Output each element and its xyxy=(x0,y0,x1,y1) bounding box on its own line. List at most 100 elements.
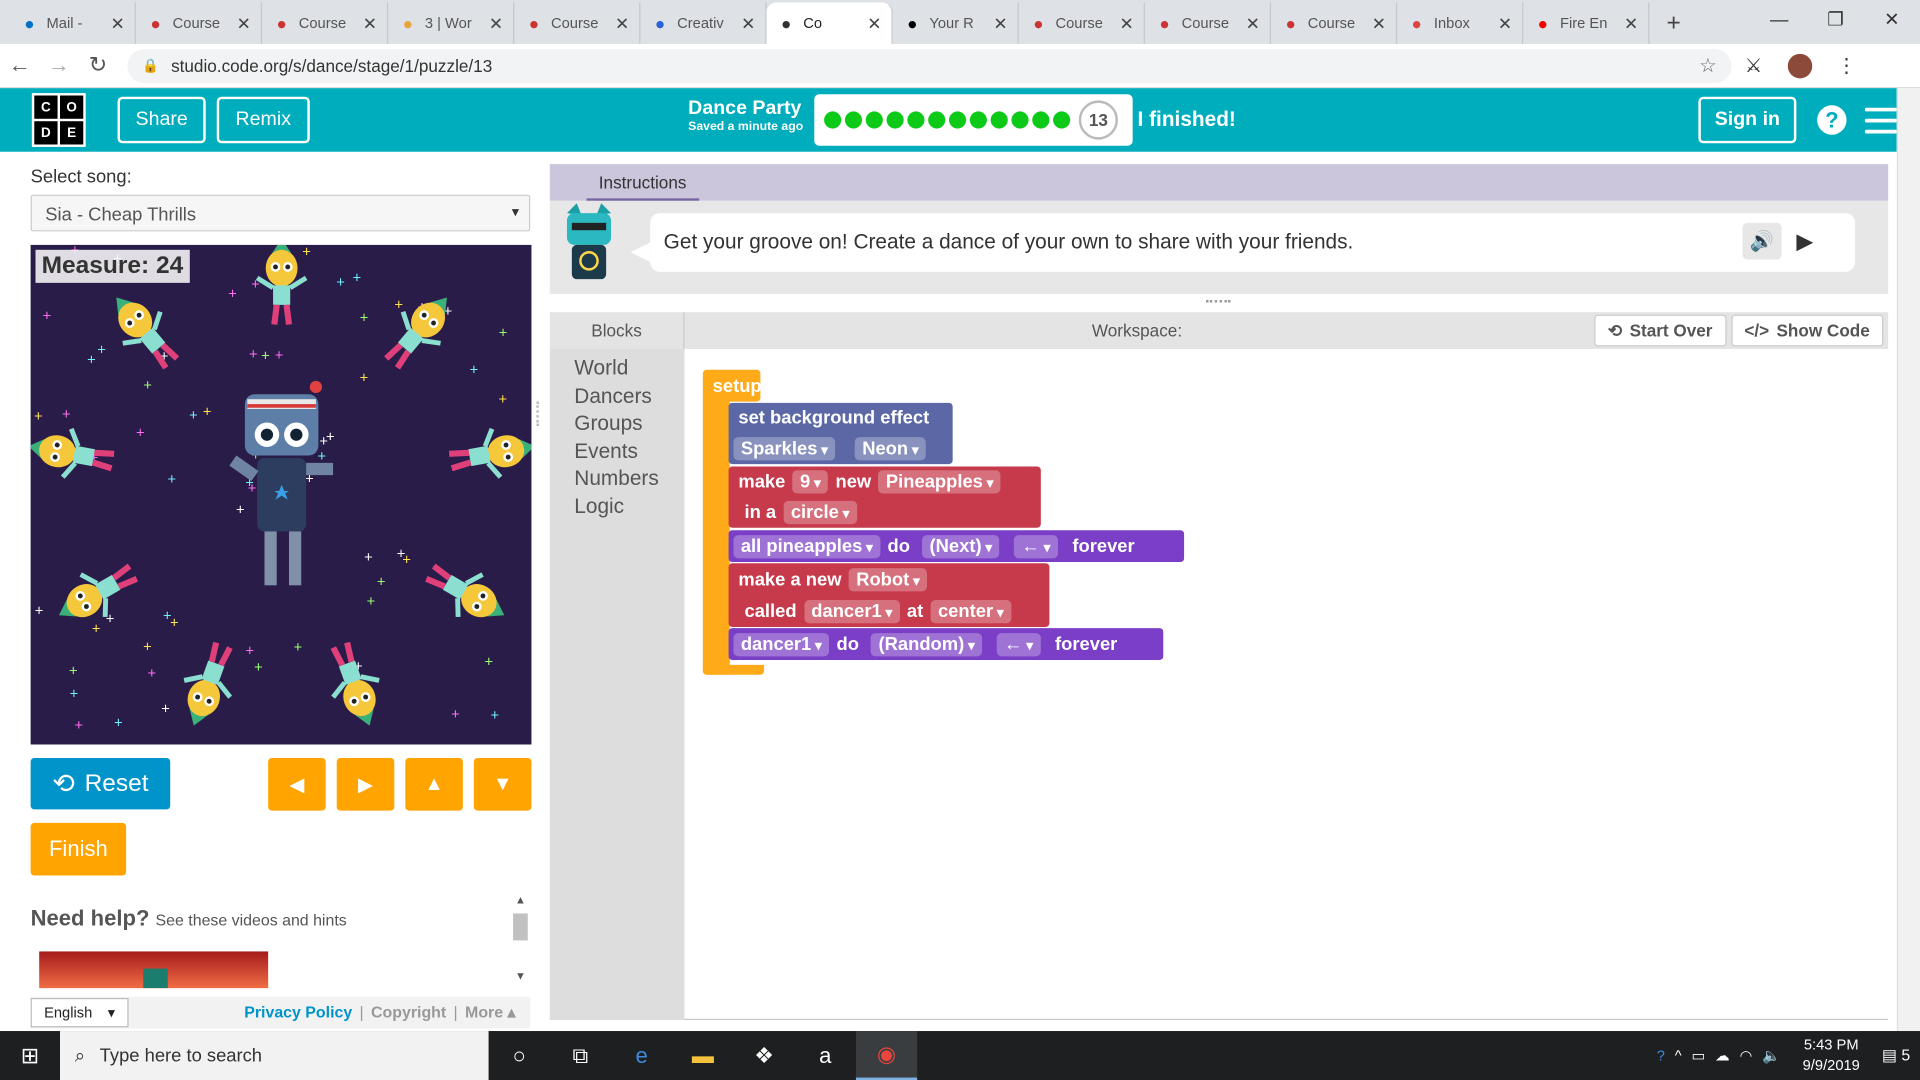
browser-tab[interactable]: ● Course ✕ xyxy=(262,2,389,45)
help-icon[interactable]: ? xyxy=(1817,105,1847,135)
play-icon[interactable]: ▶ xyxy=(1787,223,1824,260)
close-window-icon[interactable]: ✕ xyxy=(1864,0,1920,39)
privacy-policy-link[interactable]: Privacy Policy xyxy=(244,1003,352,1021)
right-arrow-button[interactable]: ▶ xyxy=(336,757,395,811)
browser-tab[interactable]: ● Creativ ✕ xyxy=(640,2,767,45)
start-over-button[interactable]: ⟲ Start Over xyxy=(1594,314,1726,347)
restore-icon[interactable]: ❐ xyxy=(1807,0,1863,39)
position-dropdown[interactable]: center xyxy=(930,599,1011,623)
close-tab-icon[interactable]: ✕ xyxy=(1246,13,1260,34)
close-tab-icon[interactable]: ✕ xyxy=(489,13,503,34)
edge-icon[interactable]: e xyxy=(611,1031,672,1080)
progress-dot[interactable] xyxy=(990,111,1008,129)
onedrive-icon[interactable]: ☁ xyxy=(1715,1047,1730,1064)
reset-button[interactable]: ⟲ Reset xyxy=(30,757,171,810)
more-link[interactable]: More ▴ xyxy=(465,1003,515,1021)
notifications-icon[interactable]: ▤ 5 xyxy=(1882,1046,1910,1066)
bg-effect-dropdown[interactable]: Sparkles xyxy=(733,436,836,460)
speaker-icon[interactable]: 🔊 xyxy=(1742,222,1782,260)
language-select[interactable]: English ▾ xyxy=(30,997,129,1028)
category-groups[interactable]: Groups xyxy=(574,411,684,434)
close-tab-icon[interactable]: ✕ xyxy=(741,13,755,34)
browser-tab[interactable]: ● Co ✕ xyxy=(766,2,893,45)
forward-icon[interactable]: → xyxy=(39,53,78,79)
minimize-icon[interactable]: — xyxy=(1751,0,1807,39)
close-tab-icon[interactable]: ✕ xyxy=(867,13,881,34)
cortana-icon[interactable]: ○ xyxy=(489,1031,550,1080)
up-arrow-button[interactable]: ▲ xyxy=(405,757,463,811)
progress-dot[interactable] xyxy=(969,111,987,129)
progress-dot[interactable] xyxy=(928,111,946,129)
dancer-name-dropdown[interactable]: dancer1 xyxy=(803,599,900,623)
category-world[interactable]: World xyxy=(574,356,684,379)
help-tray-icon[interactable]: ? xyxy=(1657,1047,1665,1064)
browser-tab[interactable]: ● Mail - ✕ xyxy=(10,2,136,45)
group-do-forever-block[interactable]: all pineapples do (Next) ← forever xyxy=(728,530,1185,563)
dancer-direction-dropdown[interactable]: ← xyxy=(996,632,1041,656)
category-events[interactable]: Events xyxy=(574,439,684,462)
extension-icon[interactable]: ⚔ xyxy=(1731,53,1775,77)
dancer-do-forever-block[interactable]: dancer1 do (Random) ← forever xyxy=(728,628,1164,661)
windows-start-icon[interactable]: ⊞ xyxy=(0,1031,60,1080)
finish-button[interactable]: Finish xyxy=(30,822,127,876)
task-view-icon[interactable]: ⧉ xyxy=(550,1031,611,1080)
make-group-block[interactable]: make 9 new Pineapples in a circle xyxy=(728,466,1041,528)
profile-avatar[interactable] xyxy=(1787,53,1813,78)
make-new-dancer-block[interactable]: make a new Robot called dancer1 at center xyxy=(728,563,1050,627)
chrome-menu-icon[interactable]: ⋮ xyxy=(1825,53,1869,77)
back-icon[interactable]: ← xyxy=(0,53,39,79)
file-explorer-icon[interactable]: ▬ xyxy=(672,1031,733,1080)
setup-block[interactable]: setup xyxy=(702,369,762,402)
category-numbers[interactable]: Numbers xyxy=(574,467,684,490)
close-tab-icon[interactable]: ✕ xyxy=(993,13,1007,34)
browser-tab[interactable]: ● Your R ✕ xyxy=(893,2,1019,45)
browser-tab[interactable]: ● Course ✕ xyxy=(1019,2,1145,45)
wifi-icon[interactable]: ◠ xyxy=(1740,1047,1753,1064)
progress-dot[interactable] xyxy=(1032,111,1050,129)
progress-dot[interactable] xyxy=(948,111,967,129)
down-arrow-button[interactable]: ▼ xyxy=(473,757,532,811)
close-tab-icon[interactable]: ✕ xyxy=(237,13,251,34)
remix-button[interactable]: Remix xyxy=(216,96,310,144)
battery-icon[interactable]: ▭ xyxy=(1691,1047,1705,1064)
taskbar-clock[interactable]: 5:43 PM 9/9/2019 xyxy=(1803,1035,1860,1077)
taskbar-search[interactable]: ⌕ Type here to search xyxy=(60,1031,489,1080)
amazon-icon[interactable]: a xyxy=(795,1031,856,1080)
panel-resize-handle[interactable] xyxy=(536,401,543,427)
robot-type-dropdown[interactable]: Robot xyxy=(848,567,928,591)
copyright-link[interactable]: Copyright xyxy=(371,1003,446,1021)
progress-dot[interactable] xyxy=(1053,111,1071,129)
chrome-taskbar-icon[interactable]: ◉ xyxy=(855,1031,918,1080)
help-scrollbar[interactable]: ▲ ▼ xyxy=(512,894,529,987)
progress-dot[interactable] xyxy=(907,111,925,129)
count-dropdown[interactable]: 9 xyxy=(792,470,829,494)
browser-tab[interactable]: ● Course ✕ xyxy=(1145,2,1272,45)
dancer-type-dropdown[interactable]: Pineapples xyxy=(878,470,1001,494)
dropbox-icon[interactable]: ❖ xyxy=(733,1031,794,1080)
hamburger-menu-icon[interactable] xyxy=(1864,107,1897,141)
progress-dot[interactable] xyxy=(1011,111,1029,129)
category-logic[interactable]: Logic xyxy=(574,494,684,517)
browser-tab[interactable]: ● Course ✕ xyxy=(136,2,263,45)
close-tab-icon[interactable]: ✕ xyxy=(111,13,125,34)
set-background-effect-block[interactable]: set background effect Sparkles Neon xyxy=(728,402,953,465)
reload-icon[interactable]: ↻ xyxy=(78,53,117,79)
instructions-resize-grip[interactable] xyxy=(1206,300,1231,305)
sign-in-button[interactable]: Sign in xyxy=(1698,96,1797,144)
dancer-dropdown[interactable]: dancer1 xyxy=(733,632,830,656)
progress-dot[interactable] xyxy=(844,111,863,129)
close-tab-icon[interactable]: ✕ xyxy=(1120,13,1134,34)
browser-tab[interactable]: ● Fire En ✕ xyxy=(1523,2,1650,45)
song-select[interactable]: Sia - Cheap Thrills xyxy=(30,194,531,232)
progress-dot[interactable] xyxy=(886,111,904,129)
browser-tab[interactable]: ● Course ✕ xyxy=(514,2,641,45)
i-finished-link[interactable]: I finished! xyxy=(1138,108,1236,132)
tab-instructions[interactable]: Instructions xyxy=(586,167,699,201)
group-dropdown[interactable]: all pineapples xyxy=(733,534,881,558)
browser-tab[interactable]: ● Course ✕ xyxy=(1271,2,1398,45)
page-scrollbar[interactable] xyxy=(1896,88,1920,1032)
close-tab-icon[interactable]: ✕ xyxy=(615,13,629,34)
progress-dot[interactable] xyxy=(865,111,883,129)
direction-dropdown[interactable]: ← xyxy=(1014,534,1058,558)
dancer-move-dropdown[interactable]: (Random) xyxy=(871,632,983,656)
